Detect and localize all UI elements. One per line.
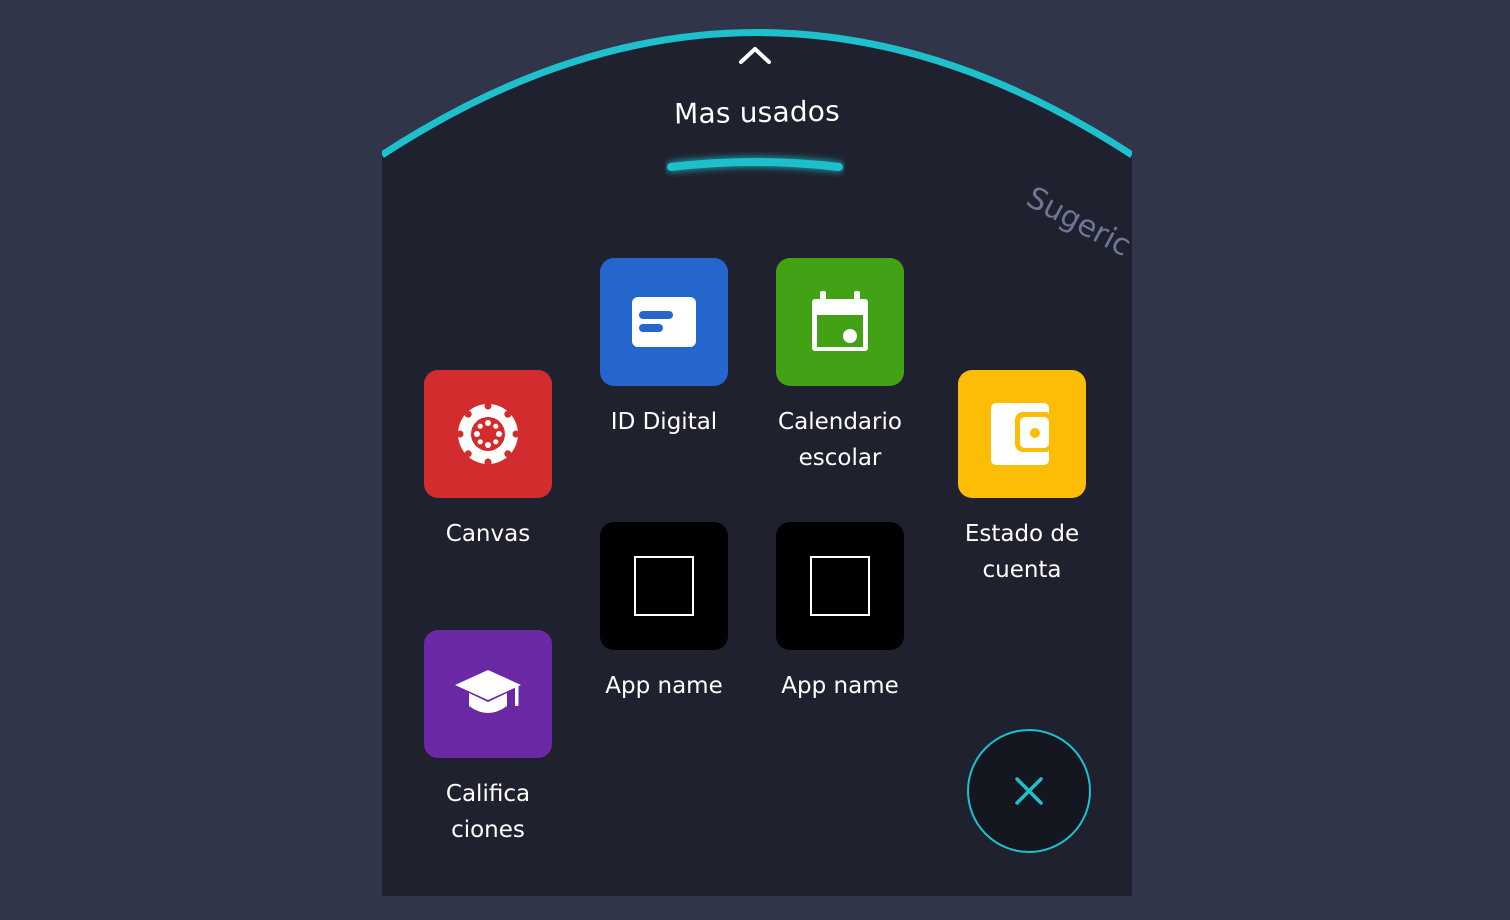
app-label: Califica ciones [445, 781, 531, 843]
wallet-icon [991, 403, 1053, 465]
app-tile [776, 258, 904, 386]
app-screen: Mas usados dos Sugeric ID Digital Calend… [0, 0, 1510, 920]
app-calificaciones[interactable]: Califica ciones [398, 630, 578, 848]
app-id-digital[interactable]: ID Digital [574, 258, 754, 440]
app-label: Calendario escolar [778, 409, 902, 471]
close-icon [1015, 777, 1043, 805]
app-label: App name [605, 673, 723, 699]
app-estado-de-cuenta[interactable]: Estado de cuenta [932, 370, 1112, 588]
app-tile [424, 630, 552, 758]
canvas-logo-icon [456, 402, 520, 466]
graduation-cap-icon [455, 670, 521, 713]
active-tab-indicator [667, 158, 843, 171]
app-tile [958, 370, 1086, 498]
placeholder-square-icon [810, 556, 870, 616]
app-label: Estado de cuenta [964, 521, 1080, 583]
chevron-up-icon[interactable] [737, 42, 773, 70]
app-tile [600, 258, 728, 386]
app-placeholder-2[interactable]: App name [750, 522, 930, 704]
app-placeholder-1[interactable]: App name [574, 522, 754, 704]
app-label: Canvas [445, 521, 531, 547]
close-button[interactable] [967, 729, 1091, 853]
id-card-icon [632, 297, 696, 347]
app-tile [776, 522, 904, 650]
app-label: App name [781, 673, 899, 699]
app-tile [600, 522, 728, 650]
placeholder-square-icon [634, 556, 694, 616]
app-canvas[interactable]: Canvas [398, 370, 578, 552]
apps-menu-panel: Mas usados dos Sugeric ID Digital Calend… [382, 0, 1132, 896]
app-label: ID Digital [610, 409, 718, 435]
app-tile [424, 370, 552, 498]
app-calendario-escolar[interactable]: Calendario escolar [750, 258, 930, 476]
calendar-icon [812, 291, 868, 351]
tab-mas-usados[interactable]: Mas usados [607, 93, 908, 131]
